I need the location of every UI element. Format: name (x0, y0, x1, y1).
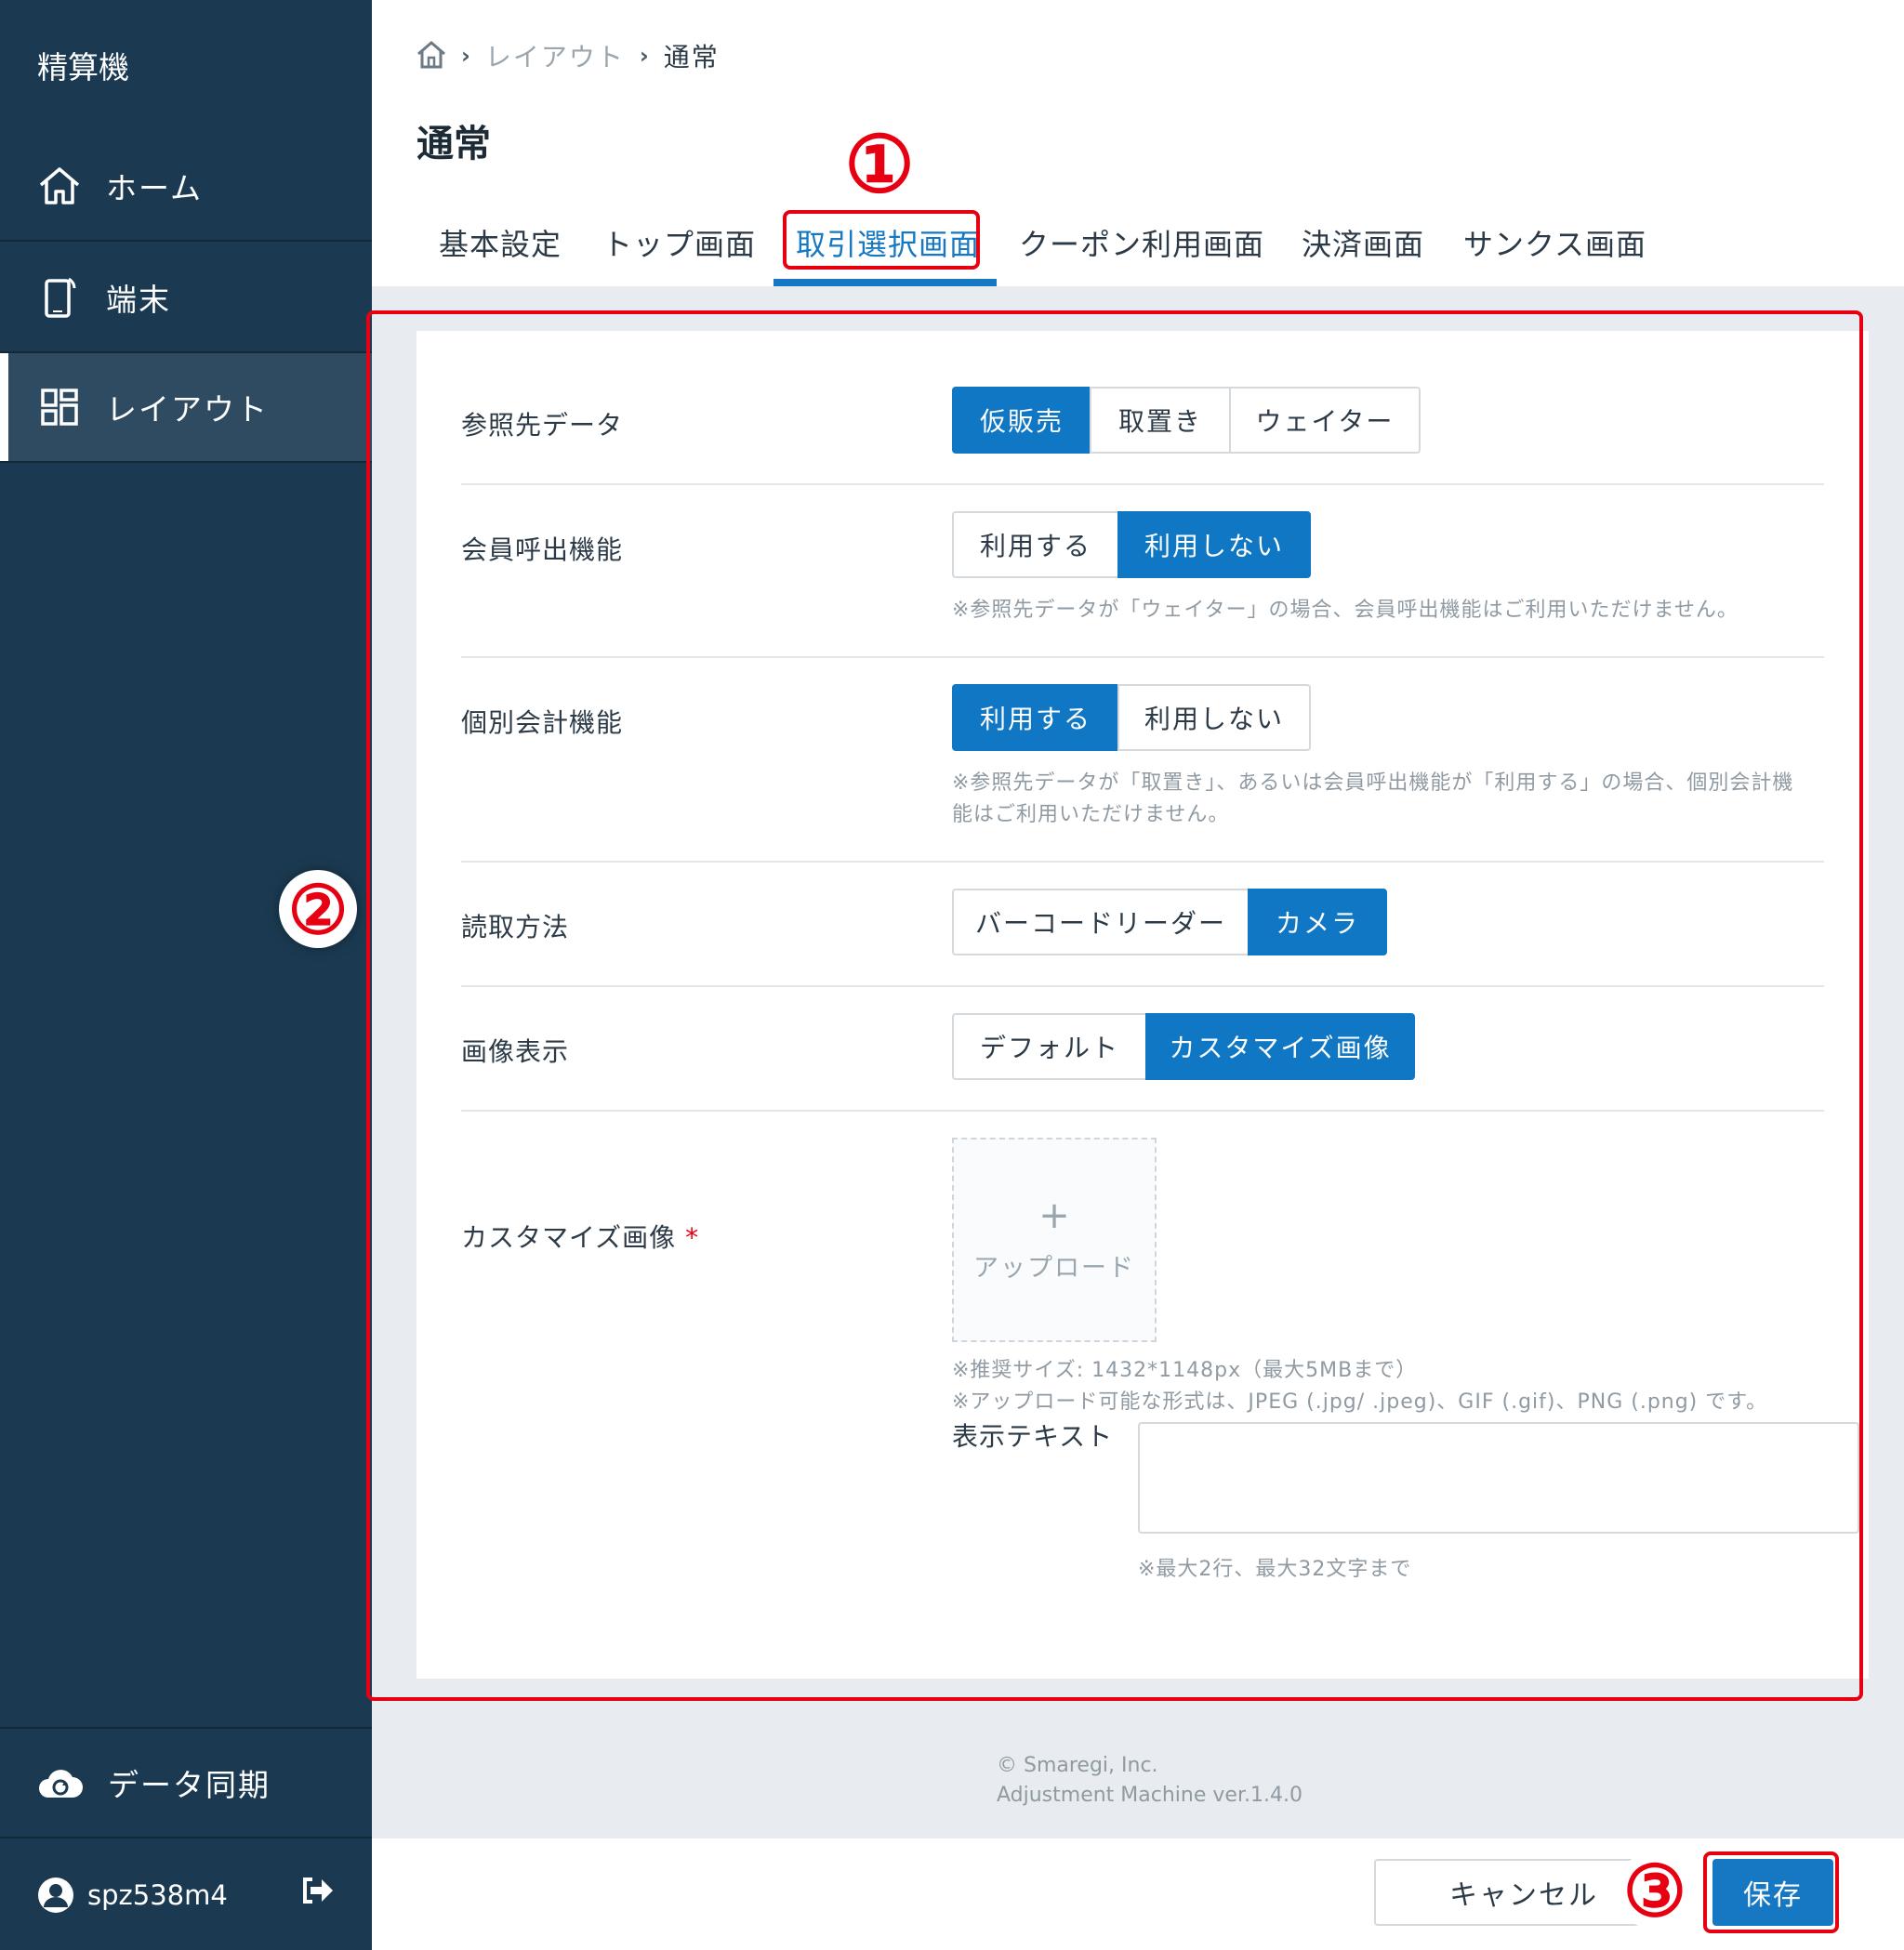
sidebar: 精算機 ホーム 端末 レイアウト データ同期 spz538m4 (0, 0, 372, 1950)
annotation-box-2 (366, 310, 1863, 1701)
user-name: spz538m4 (87, 1879, 228, 1911)
sidebar-item-terminal[interactable]: 端末 (0, 244, 372, 353)
annotation-number-3: ③ (1616, 1850, 1694, 1932)
home-icon (37, 164, 82, 208)
annotation-number-2: ② (279, 870, 357, 949)
logout-icon[interactable] (301, 1876, 338, 1913)
layout-icon (37, 385, 82, 429)
tab-thanks-screen[interactable]: サンクス画面 (1463, 212, 1646, 286)
breadcrumb-current: 通常 (663, 42, 720, 72)
sidebar-item-home[interactable]: ホーム (0, 132, 372, 242)
page-title: 通常 (416, 123, 491, 165)
sidebar-item-label: レイアウト (106, 391, 269, 428)
version-text: Adjustment Machine ver.1.4.0 (997, 1784, 1302, 1807)
cloud-sync-icon (37, 1759, 84, 1806)
tab-top-screen[interactable]: トップ画面 (602, 212, 756, 286)
sidebar-item-label: 端末 (106, 282, 171, 318)
breadcrumb-home-icon[interactable] (416, 41, 446, 71)
annotation-box-3 (1703, 1851, 1839, 1933)
annotation-number-1: ① (844, 117, 915, 210)
breadcrumb-layout[interactable]: レイアウト (485, 37, 625, 74)
active-tab-indicator (774, 279, 997, 286)
terminal-icon (37, 275, 82, 320)
copyright-text: © Smaregi, Inc. (997, 1754, 1158, 1777)
tab-coupon-screen[interactable]: クーポン利用画面 (1019, 212, 1264, 286)
annotation-box-1 (783, 210, 980, 270)
sidebar-item-label: ホーム (106, 170, 204, 206)
app-title: 精算機 (37, 49, 129, 86)
chevron-right-icon: › (639, 43, 649, 69)
data-sync-button[interactable]: データ同期 (0, 1727, 372, 1838)
sidebar-item-layout[interactable]: レイアウト (0, 353, 372, 463)
user-avatar-icon (37, 1877, 74, 1914)
tab-payment-screen[interactable]: 決済画面 (1302, 212, 1424, 286)
breadcrumb: › レイアウト › 通常 (416, 37, 720, 74)
user-bar: spz538m4 (0, 1840, 372, 1950)
tab-basic-settings[interactable]: 基本設定 (439, 212, 562, 286)
footer-copyright: © Smaregi, Inc. Adjustment Machine ver.1… (997, 1751, 1302, 1811)
chevron-right-icon: › (461, 43, 470, 69)
sync-label: データ同期 (108, 1767, 271, 1803)
